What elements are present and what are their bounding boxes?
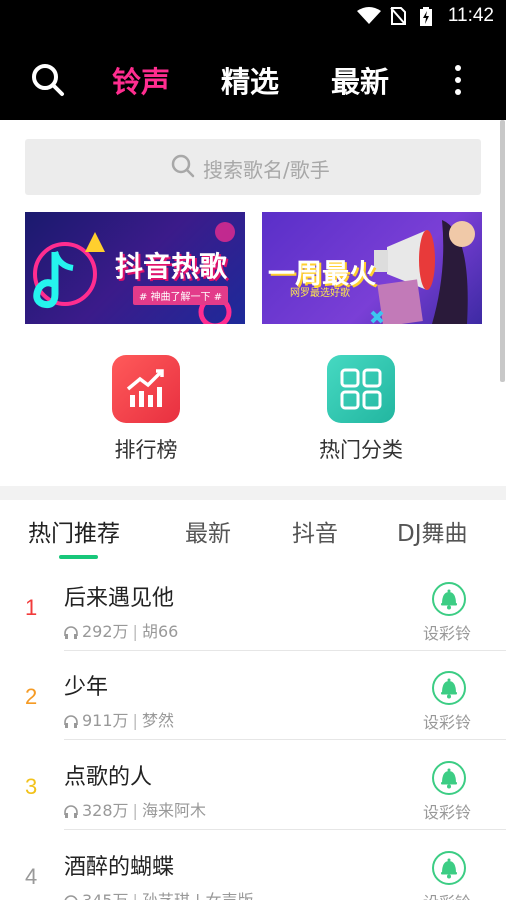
divider — [64, 739, 506, 740]
more-menu-icon[interactable] — [446, 60, 470, 100]
artist: 梦然 — [141, 711, 174, 730]
artist: 胡66 — [141, 622, 179, 641]
tab-dj[interactable]: DJ舞曲 — [397, 514, 468, 548]
set-ringback-label: 设彩铃 — [420, 889, 474, 900]
artist: 孙艺琪 | 女声版 — [142, 891, 254, 900]
headphones-icon — [64, 804, 78, 818]
song-meta: 911万 | 梦然 — [64, 707, 174, 731]
tab-douyin[interactable]: 抖音 — [292, 514, 338, 548]
list-item[interactable]: 1 后来遇见他 292万 | 胡66 设彩铃 — [0, 562, 506, 652]
tab-latest[interactable]: 最新 — [331, 59, 389, 101]
tab-indicator — [59, 555, 98, 559]
headphones-icon — [64, 625, 78, 639]
song-meta: 292万 | 胡66 — [64, 618, 178, 642]
set-ringback-button[interactable]: 设彩铃 — [423, 851, 474, 900]
shortcut-label: 热门分类 — [319, 438, 403, 462]
no-sim-icon — [390, 7, 406, 25]
grid-icon — [327, 355, 395, 423]
search-icon — [171, 154, 195, 178]
shortcut-categories[interactable]: 热门分类 — [301, 355, 421, 464]
separator: | — [132, 622, 138, 641]
main-content: 搜索歌名/歌手 抖音热歌 # 神曲了解一下 # 一周最火 网罗最选好歌 排行榜 … — [0, 120, 506, 486]
bell-icon — [432, 671, 466, 705]
search-box[interactable]: 搜索歌名/歌手 — [25, 139, 481, 195]
play-count: 292万 — [82, 622, 129, 641]
song-meta: 345万 | 孙艺琪 | 女声版 — [64, 887, 254, 900]
scrollbar[interactable] — [500, 120, 505, 382]
separator: | — [133, 891, 138, 900]
song-title: 酒醉的蝴蝶 — [64, 855, 175, 880]
song-title: 后来遇见他 — [64, 586, 175, 611]
tab-ringtone[interactable]: 铃声 — [112, 59, 170, 101]
play-count: 328万 — [82, 801, 129, 820]
list-item[interactable]: 2 少年 911万 | 梦然 设彩铃 — [0, 651, 506, 741]
clock: 11:42 — [447, 5, 494, 26]
play-count: 911万 — [82, 711, 129, 730]
song-title: 少年 — [64, 675, 109, 700]
divider — [64, 829, 506, 830]
bell-icon — [432, 761, 466, 795]
set-ringback-label: 设彩铃 — [422, 803, 471, 822]
headphones-icon — [64, 894, 78, 900]
shortcut-label: 排行榜 — [114, 438, 178, 462]
set-ringback-button[interactable]: 设彩铃 — [423, 582, 474, 644]
wifi-icon — [357, 7, 381, 24]
set-ringback-button[interactable]: 设彩铃 — [423, 671, 474, 733]
headphones-icon — [64, 714, 78, 728]
banner-subtitle: 网罗最选好歌 — [290, 288, 350, 299]
list-item[interactable]: 3 点歌的人 328万 | 海来阿木 设彩铃 — [0, 741, 506, 831]
banner-weekly-hottest[interactable]: 一周最火 网罗最选好歌 — [262, 212, 482, 324]
song-title: 点歌的人 — [64, 765, 153, 790]
banner-subtitle: # 神曲了解一下 # — [133, 286, 229, 305]
tab-featured[interactable]: 精选 — [221, 59, 279, 101]
battery-charging-icon — [420, 7, 432, 26]
bell-icon — [432, 582, 466, 616]
set-ringback-button[interactable]: 设彩铃 — [423, 761, 474, 823]
search-icon[interactable] — [30, 62, 66, 98]
chart-icon — [112, 355, 180, 423]
rank-number: 1 — [25, 595, 38, 620]
rank-number: 2 — [25, 684, 38, 709]
tab-hot-recommend[interactable]: 热门推荐 — [28, 514, 120, 548]
status-bar: 11:42 — [0, 0, 506, 32]
set-ringback-label: 设彩铃 — [422, 624, 471, 643]
set-ringback-label: 设彩铃 — [422, 713, 471, 732]
search-placeholder: 搜索歌名/歌手 — [203, 158, 330, 182]
play-count: 345万 — [82, 891, 129, 900]
song-meta: 328万 | 海来阿木 — [64, 797, 206, 821]
tab-newest[interactable]: 最新 — [185, 514, 231, 548]
bell-icon — [432, 851, 466, 885]
rank-number: 4 — [25, 864, 38, 889]
top-nav-bar: 铃声 精选 最新 — [0, 32, 506, 120]
shortcut-ranking[interactable]: 排行榜 — [86, 355, 206, 464]
separator: | — [132, 801, 138, 820]
song-list: 1 后来遇见他 292万 | 胡66 设彩铃 2 少年 911万 | 梦然 设彩铃 3 … — [0, 562, 506, 900]
separator: | — [132, 711, 138, 730]
section-tabs: 热门推荐 最新 抖音 DJ舞曲 — [0, 500, 506, 562]
banner-douyin-hits[interactable]: 抖音热歌 # 神曲了解一下 # — [25, 212, 245, 324]
artist: 海来阿木 — [141, 801, 206, 820]
rank-number: 3 — [25, 774, 38, 799]
banner-title: 抖音热歌 — [115, 250, 228, 283]
list-item[interactable]: 4 酒醉的蝴蝶 345万 | 孙艺琪 | 女声版 设彩铃 — [0, 831, 506, 900]
